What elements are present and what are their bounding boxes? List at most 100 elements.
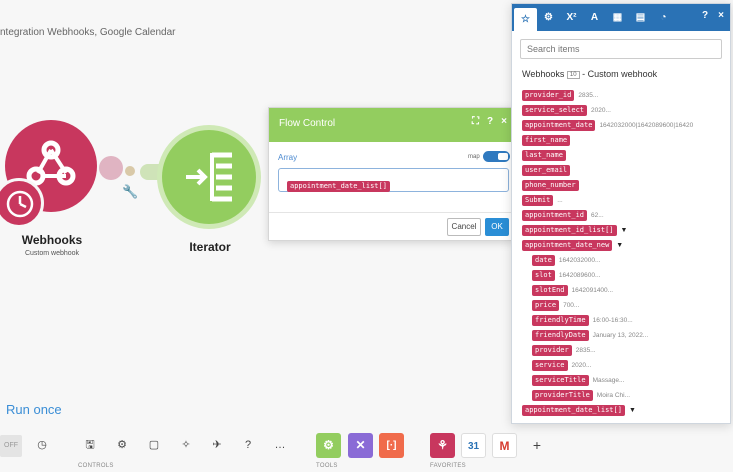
item-value: 2020... (571, 361, 592, 369)
wrench-icon[interactable]: 🔧 (122, 184, 138, 200)
item-pill[interactable]: date (532, 254, 555, 266)
item-pill[interactable]: appointment_id_list[] (522, 224, 617, 236)
item-pill[interactable]: serviceTitle (532, 374, 589, 386)
item-pill[interactable]: providerTitle (532, 389, 593, 401)
webhooks-favorite-icon[interactable]: ⚘ (430, 433, 455, 458)
list-item[interactable]: provider 2835... (532, 344, 596, 356)
search-items-input[interactable] (520, 39, 722, 59)
text-parser-icon[interactable]: [·] (379, 433, 404, 458)
list-item[interactable]: appointment_id 62... (522, 209, 604, 221)
schedule-icon[interactable]: ◷ (32, 435, 52, 455)
list-item[interactable]: last_name (522, 149, 570, 161)
list-item[interactable]: slotEnd 1642091400... (532, 284, 613, 296)
flow-control-tool-icon[interactable]: ⚙ (316, 433, 341, 458)
list-item[interactable]: date 1642032000... (532, 254, 600, 266)
item-pill[interactable]: price (532, 299, 560, 311)
item-pill[interactable]: first_name (522, 134, 571, 146)
tab-custom-functions[interactable]: ◔ (652, 6, 675, 29)
list-item[interactable]: appointment_date 1642032000|1642089600|16… (522, 119, 693, 131)
item-value: 1642032000|1642089600|16420 (599, 121, 694, 129)
item-pill[interactable]: service_select (522, 104, 588, 116)
list-item[interactable]: price 700... (532, 299, 579, 311)
run-once-button[interactable]: Run once (6, 402, 62, 417)
gmail-icon[interactable]: M (492, 433, 517, 458)
list-item[interactable]: service 2020... (532, 359, 591, 371)
tools-icon[interactable]: ✕ (348, 433, 373, 458)
item-pill[interactable]: appointment_date (522, 119, 596, 131)
panel-help-icon[interactable]: ? (702, 10, 708, 21)
list-item[interactable]: slot 1642089600... (532, 269, 600, 281)
list-item[interactable]: providerTitle Moira Chi... (532, 389, 630, 401)
expand-icon[interactable]: ⛶ (472, 116, 479, 127)
panel-close-icon[interactable]: × (718, 10, 724, 21)
expand-caret-icon[interactable]: ▼ (621, 227, 628, 234)
flow-control-dialog: Flow Control ⛶ ? × Array map appointment… (268, 107, 514, 241)
item-pill[interactable]: provider (532, 344, 572, 356)
item-value: 700... (563, 301, 580, 309)
tab-math-functions[interactable]: X² (560, 6, 583, 29)
list-item[interactable]: friendlyTime 16:00-16:30... (532, 314, 633, 326)
list-item[interactable]: serviceTitle Massage... (532, 374, 624, 386)
auto-align-icon[interactable]: ✧ (176, 435, 196, 455)
webhooks-connector-dot[interactable] (99, 156, 123, 180)
close-icon[interactable]: × (501, 116, 507, 127)
item-pill[interactable]: appointment_id (522, 209, 588, 221)
connection-dot[interactable] (125, 166, 135, 176)
cancel-button[interactable]: Cancel (447, 218, 481, 236)
item-value: 1642089600... (558, 271, 601, 279)
item-pill[interactable]: friendlyTime (532, 314, 589, 326)
list-item[interactable]: Submit... (522, 194, 563, 206)
tab-text-functions[interactable]: A (583, 6, 606, 29)
item-pill[interactable]: slot (532, 269, 555, 281)
add-favorite-icon[interactable]: + (527, 435, 547, 455)
list-item[interactable]: provider_id 2835... (522, 89, 598, 101)
iterator-module[interactable] (162, 130, 256, 224)
list-item[interactable]: appointment_date_new ▼ (522, 239, 623, 251)
ok-button[interactable]: OK (485, 218, 509, 236)
item-pill[interactable]: provider_id (522, 89, 575, 101)
tab-array-functions[interactable]: ▤ (629, 6, 652, 29)
tab-favorites[interactable]: ☆ (514, 8, 537, 31)
schedule-clock[interactable] (0, 178, 44, 228)
item-pill[interactable]: friendlyDate (532, 329, 589, 341)
list-item[interactable]: appointment_date_list[] ▼ (522, 404, 636, 416)
collapse-caret-icon[interactable]: ▼ (616, 242, 623, 249)
item-pill[interactable]: user_email (522, 164, 571, 176)
list-item[interactable]: service_select 2020... (522, 104, 611, 116)
expand-caret-icon[interactable]: ▼ (629, 407, 636, 414)
scheduling-off-toggle[interactable]: OFF (0, 435, 22, 457)
map-toggle[interactable] (483, 151, 510, 162)
item-pill[interactable]: last_name (522, 149, 566, 161)
help-icon[interactable]: ? (238, 435, 258, 455)
dialog-title: Flow Control (279, 118, 336, 129)
item-pill[interactable]: slotEnd (532, 284, 568, 296)
item-pill[interactable]: appointment_date_new (522, 239, 613, 251)
list-item[interactable]: friendlyDate January 13, 2022... (532, 329, 648, 341)
tools-label: TOOLS (316, 463, 338, 469)
item-pill[interactable]: service (532, 359, 568, 371)
explain-flow-icon[interactable]: ✈ (207, 435, 227, 455)
settings-icon[interactable]: ⚙ (112, 435, 132, 455)
item-pill[interactable]: Submit (522, 194, 554, 206)
help-icon[interactable]: ? (487, 116, 493, 127)
item-value: 2835... (575, 346, 596, 354)
item-value: 2020... (591, 106, 611, 114)
save-icon[interactable]: 🖫 (80, 435, 100, 455)
notes-icon[interactable]: ▢ (144, 435, 164, 455)
tab-date-functions[interactable]: ▦ (606, 6, 629, 29)
more-icon[interactable]: … (270, 435, 290, 455)
item-pill[interactable]: phone_number (522, 179, 579, 191)
iterator-icon (186, 152, 232, 202)
google-calendar-icon[interactable]: 31 (461, 433, 486, 458)
item-pill[interactable]: appointment_date_list[] (522, 404, 625, 416)
mapping-panel: ☆ ⚙ X² A ▦ ▤ ◔ ? × Webhooks 10 - Custom … (511, 3, 731, 424)
mapped-item-pill[interactable]: appointment_date_list[] (287, 181, 390, 192)
tab-general-functions[interactable]: ⚙ (537, 6, 560, 29)
list-item[interactable]: phone_number (522, 179, 583, 191)
iterator-module-title: Iterator (189, 240, 231, 254)
webhooks-module-subtitle: Custom webhook (24, 250, 80, 257)
array-input[interactable]: appointment_date_list[] (278, 168, 509, 192)
list-item[interactable]: user_email (522, 164, 574, 176)
list-item[interactable]: appointment_id_list[] ▼ (522, 224, 627, 236)
list-item[interactable]: first_name (522, 134, 574, 146)
